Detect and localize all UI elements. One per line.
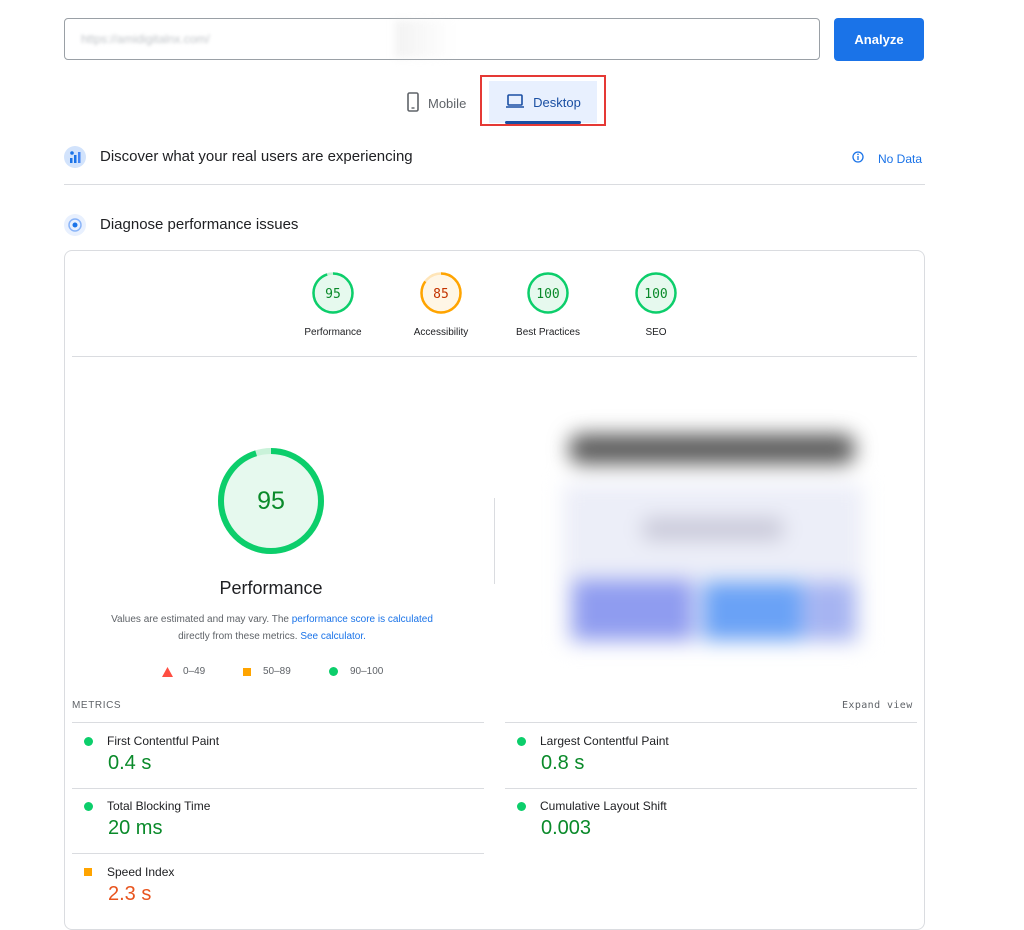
pass-circle-icon [517,736,526,746]
gauge-ring: 100 [527,272,569,314]
legend-fail-label: 0–49 [183,666,206,677]
metric-cls: Cumulative Layout Shift 0.003 [517,799,667,840]
metric-value: 20 ms [108,817,163,839]
tab-desktop-highlight: Desktop [480,75,606,126]
url-input[interactable]: https://amidigitalnx.com/ [64,18,820,60]
legend-average-label: 50–89 [263,666,291,677]
score-gauge-performance[interactable]: 95 Performance [283,271,383,338]
metric-value: 2.3 s [108,883,152,905]
metric-name: Total Blocking Time [107,799,211,813]
square-icon [243,667,251,676]
triangle-icon [162,666,173,677]
gauge-label: Performance [304,327,362,338]
performance-big-gauge: 95 [218,448,324,554]
real-users-title: Discover what your real users are experi… [100,148,413,165]
metric-name: Speed Index [107,865,175,879]
expand-view-button[interactable]: Expand view [842,700,913,711]
legend-pass-label: 90–100 [350,666,384,677]
tab-desktop[interactable]: Desktop [489,81,597,123]
url-input-value: https://amidigitalnx.com/ [81,32,210,46]
performance-title: Performance [219,578,323,598]
legend-average: 50–89 [243,666,291,677]
metric-value: 0.4 s [108,752,152,774]
gauge-score-value: 100 [536,287,559,302]
tab-mobile[interactable]: Mobile [406,80,466,126]
gauge-ring: 95 [312,272,354,314]
see-calculator-link[interactable]: See calculator. [300,631,366,642]
performance-big-score: 95 [257,487,285,515]
score-gauge-best-practices[interactable]: 100 Best Practices [498,271,598,338]
gauge-label: SEO [645,327,667,338]
gauge-ring: 85 [420,272,462,314]
metric-name: First Contentful Paint [107,734,220,748]
info-icon [852,150,864,168]
legend-fail: 0–49 [162,666,205,677]
metric-name: Largest Contentful Paint [540,734,669,748]
average-square-icon [84,868,92,876]
diagnose-title: Diagnose performance issues [100,216,299,233]
laptop-icon [505,93,525,112]
no-data-label: No Data [878,152,923,166]
gauge-score-value: 85 [433,287,449,302]
url-blur-overlay [395,20,455,58]
metric-name: Cumulative Layout Shift [540,799,667,813]
gauge-label: Best Practices [516,327,580,338]
metric-divider [505,788,917,789]
metric-speed-index: Speed Index 2.3 s [84,865,174,906]
metric-divider [72,722,484,723]
legend-pass: 90–100 [329,666,383,677]
score-gauge-accessibility[interactable]: 85 Accessibility [391,271,491,338]
gauges-divider [72,356,917,357]
section-divider [64,184,925,185]
metric-divider [505,722,917,723]
tab-mobile-label: Mobile [428,95,467,111]
metric-divider [72,788,484,789]
page-screenshot-thumbnail [543,410,873,666]
note-text: Values are estimated and may vary. The [111,614,292,625]
metric-value: 0.003 [541,817,592,839]
metric-value: 0.8 s [541,752,585,774]
metrics-title: METRICS [72,700,122,711]
note-text-2: directly from these metrics. [178,631,301,642]
gauge-score-value: 95 [325,287,341,302]
metric-divider [72,853,484,854]
metric-tbt: Total Blocking Time 20 ms [84,799,210,840]
pass-circle-icon [517,801,526,811]
gauge-score-value: 100 [644,287,667,302]
pass-circle-icon [84,736,93,746]
gauge-ring: 100 [635,272,677,314]
tab-desktop-underline [505,121,581,124]
pass-circle-icon [84,801,93,811]
no-data-link[interactable]: No Data [852,150,922,168]
crux-icon [64,146,86,168]
score-gauge-seo[interactable]: 100 SEO [606,271,706,338]
metric-lcp: Largest Contentful Paint 0.8 s [517,734,669,775]
metric-fcp: First Contentful Paint 0.4 s [84,734,219,775]
gauge-label: Accessibility [413,327,469,338]
score-calculated-link[interactable]: performance score is calculated [292,614,433,625]
circle-icon [329,667,338,676]
performance-note: Values are estimated and may vary. The p… [92,611,452,645]
tab-desktop-label: Desktop [533,94,581,110]
vertical-divider [494,498,495,584]
analyze-button[interactable]: Analyze [834,18,924,61]
diagnose-icon [64,214,86,236]
smartphone-icon [406,91,420,115]
